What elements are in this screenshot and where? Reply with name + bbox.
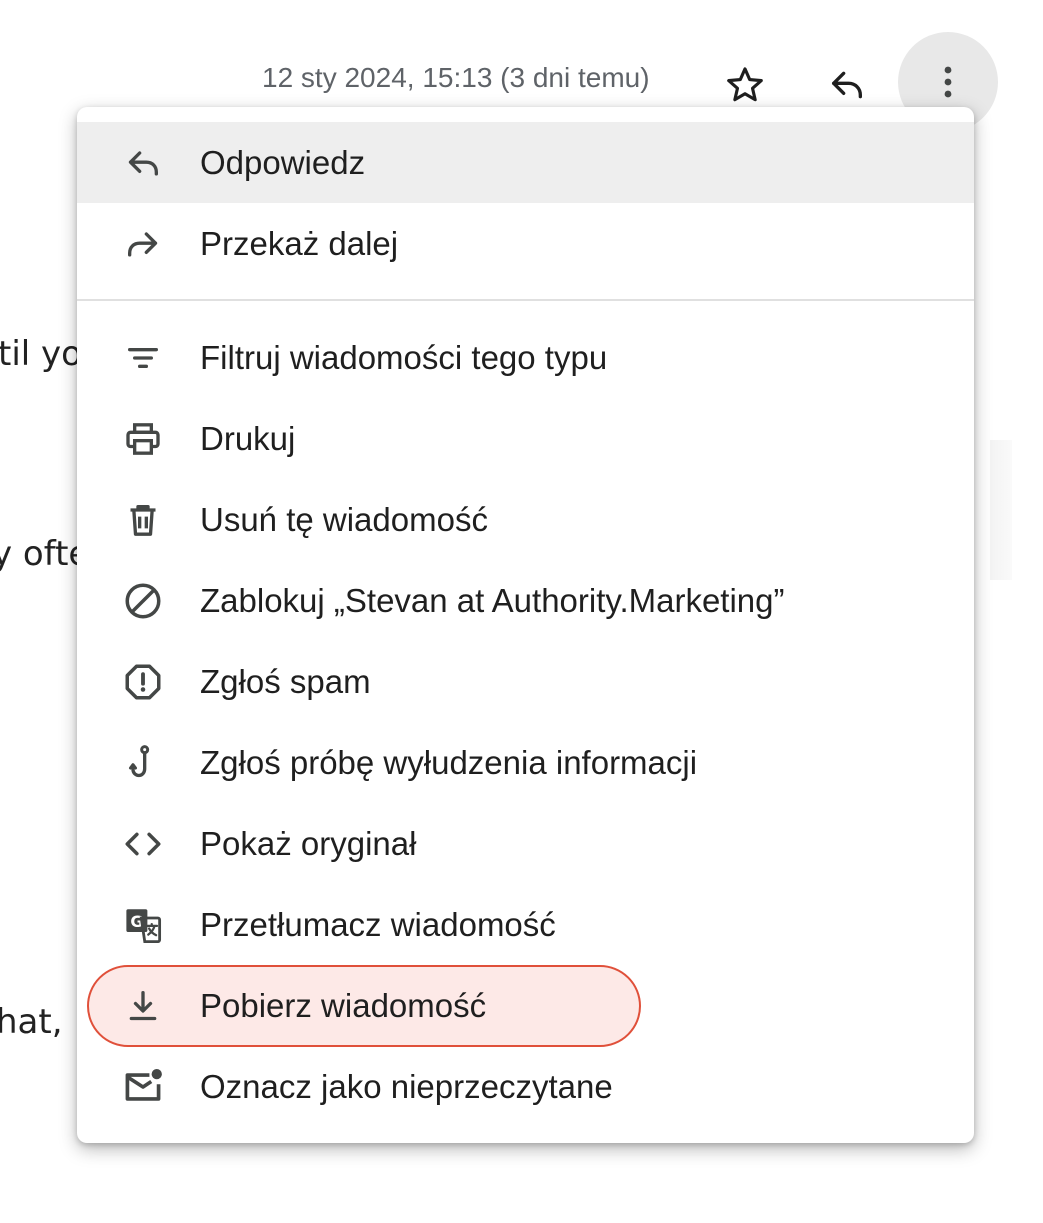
star-outline-icon: [724, 64, 766, 106]
menu-item-print[interactable]: Drukuj: [77, 398, 974, 479]
menu-item-translate[interactable]: G Przetłumacz wiadomość: [77, 884, 974, 965]
menu-item-delete[interactable]: Usuń tę wiadomość: [77, 479, 974, 560]
menu-item-label: Filtruj wiadomości tego typu: [200, 338, 608, 376]
menu-item-label: Odpowiedz: [200, 143, 366, 181]
download-icon: [120, 983, 166, 1029]
phishing-hook-icon: [120, 740, 166, 786]
print-icon: [120, 416, 166, 462]
menu-item-label: Przetłumacz wiadomość: [200, 905, 556, 943]
reply-icon: [120, 140, 166, 186]
star-button[interactable]: [716, 56, 774, 114]
filter-icon: [120, 335, 166, 381]
menu-divider: [77, 299, 974, 301]
menu-item-show-original[interactable]: Pokaż oryginał: [77, 803, 974, 884]
translate-icon: G: [120, 902, 166, 948]
menu-item-forward[interactable]: Przekaż dalej: [77, 203, 974, 284]
mark-unread-icon: [120, 1064, 166, 1110]
menu-item-mark-unread[interactable]: Oznacz jako nieprzeczytane: [77, 1046, 974, 1127]
email-body-fragment: hat,: [0, 1002, 63, 1042]
menu-item-label: Zgłoś próbę wyłudzenia informacji: [200, 743, 698, 781]
menu-item-label: Zablokuj „Stevan at Authority.Marketing”: [200, 581, 785, 619]
menu-item-reply[interactable]: Odpowiedz: [77, 122, 974, 203]
message-options-menu: Odpowiedz Przekaż dalej Filtruj wiadomoś…: [77, 107, 974, 1143]
menu-item-label: Przekaż dalej: [200, 224, 399, 262]
menu-item-label: Pobierz wiadomość: [200, 986, 487, 1024]
gmail-message-view: til yo y ofte hat, 12 sty 2024, 15:13 (3…: [0, 0, 1043, 1223]
reply-icon: [827, 65, 867, 105]
more-vert-icon: [942, 62, 954, 102]
reply-button[interactable]: [818, 56, 876, 114]
trash-icon: [120, 497, 166, 543]
menu-item-label: Drukuj: [200, 419, 296, 457]
menu-item-download[interactable]: Pobierz wiadomość: [77, 965, 974, 1046]
menu-item-report-spam[interactable]: Zgłoś spam: [77, 641, 974, 722]
message-date: 12 sty 2024, 15:13 (3 dni temu): [262, 62, 650, 93]
block-icon: [120, 578, 166, 624]
menu-item-label: Zgłoś spam: [200, 662, 371, 700]
menu-item-report-phishing[interactable]: Zgłoś próbę wyłudzenia informacji: [77, 722, 974, 803]
menu-item-filter[interactable]: Filtruj wiadomości tego typu: [77, 317, 974, 398]
menu-item-label: Pokaż oryginał: [200, 824, 417, 862]
menu-item-block-sender[interactable]: Zablokuj „Stevan at Authority.Marketing”: [77, 560, 974, 641]
forward-icon: [120, 221, 166, 267]
menu-item-label: Oznacz jako nieprzeczytane: [200, 1067, 613, 1105]
menu-item-label: Usuń tę wiadomość: [200, 500, 488, 538]
email-body-fragment: y ofte: [0, 534, 90, 574]
email-body-fragment: til yo: [0, 334, 82, 374]
report-icon: [120, 659, 166, 705]
code-icon: [120, 821, 166, 867]
side-panel-edge: [990, 440, 1012, 580]
